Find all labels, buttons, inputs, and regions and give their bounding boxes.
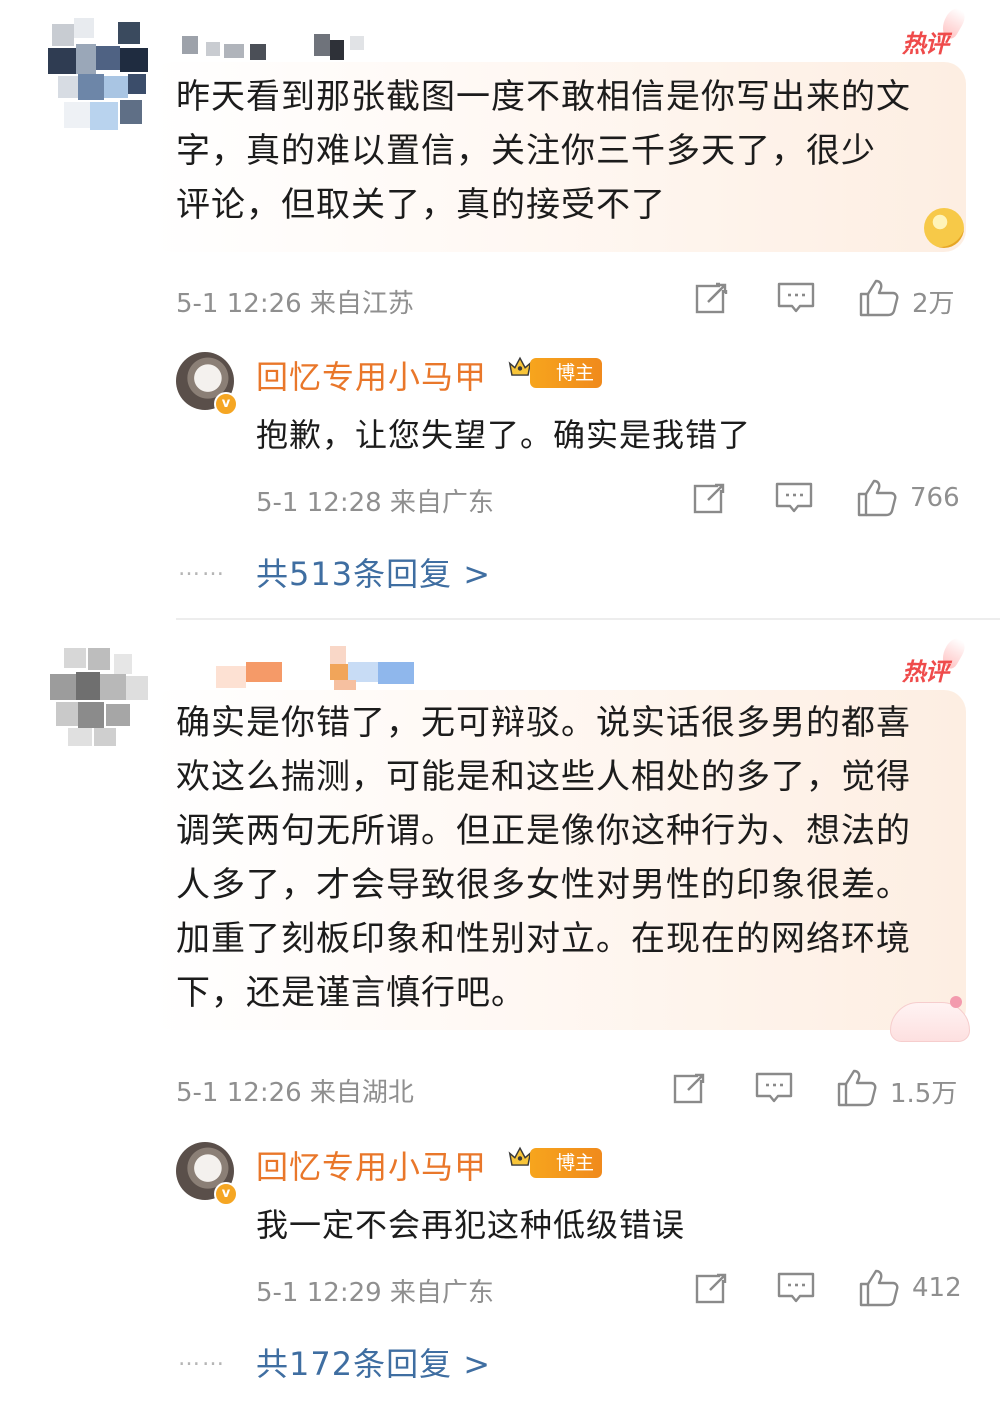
author-badge: 博主 [530,1148,603,1178]
like-icon[interactable] [856,478,898,518]
commenter-avatar[interactable] [48,18,152,134]
share-icon[interactable] [672,1070,708,1106]
comment-divider [176,618,1000,620]
more-replies-dots: …… [178,556,226,581]
hot-comment-badge: 热评 [902,30,949,58]
heart-icon [950,996,962,1008]
reply-like-count: 412 [912,1273,962,1303]
reply-author-name[interactable]: 回忆专用小马甲 [256,352,487,398]
reply-meta: 5-1 12:29 来自广东 [256,1278,494,1308]
commenter-name[interactable] [180,32,370,66]
commenter-name[interactable] [210,646,420,696]
author-badge: 博主 [530,358,603,388]
more-replies-link[interactable]: 共513条回复 > [256,549,491,595]
reply-author-name[interactable]: 回忆专用小马甲 [256,1142,487,1188]
reply-like-count: 766 [910,483,960,513]
comment-meta: 5-1 12:26 来自湖北 [176,1078,414,1108]
like-icon[interactable] [858,278,900,318]
more-replies-dots: …… [178,1346,226,1371]
share-icon[interactable] [692,480,728,516]
comment-text: 昨天看到那张截图一度不敢相信是你写出来的文 字，真的难以置信，关注你三千多天了，… [176,77,911,225]
comment-icon[interactable] [776,280,816,316]
reply-meta: 5-1 12:28 来自广东 [256,488,494,518]
comment-icon[interactable] [776,1270,816,1306]
like-count: 1.5万 [890,1079,958,1109]
commenter-avatar[interactable] [48,648,152,748]
verified-badge-icon: v [214,392,238,416]
reply-text: 我一定不会再犯这种低级错误 [256,1206,686,1244]
comment-icon[interactable] [754,1070,794,1106]
share-icon[interactable] [694,1270,730,1306]
comment-text: 确实是你错了，无可辩驳。说实话很多男的都喜 欢这么揣测，可能是和这些人相处的多了… [176,703,911,1013]
like-icon[interactable] [858,1268,900,1308]
reply-text: 抱歉，让您失望了。确实是我错了 [256,416,752,454]
comment-meta: 5-1 12:26 来自江苏 [176,289,414,319]
more-replies-link[interactable]: 共172条回复 > [256,1339,491,1385]
verified-badge-icon: v [214,1182,238,1206]
medal-icon [924,208,964,248]
like-icon[interactable] [836,1068,878,1108]
hot-comment-badge: 热评 [902,658,949,686]
like-count: 2万 [912,289,955,319]
share-icon[interactable] [694,280,730,316]
comment-icon[interactable] [774,480,814,516]
